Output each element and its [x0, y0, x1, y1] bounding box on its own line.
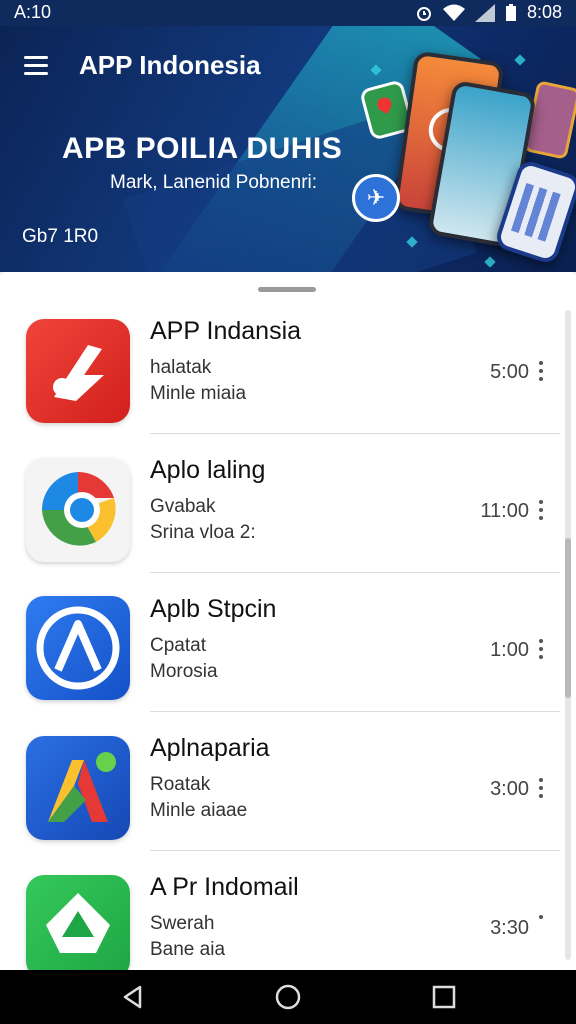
hamburger-menu-icon[interactable] [24, 56, 48, 76]
app-name: A Pr Indomail [150, 873, 299, 901]
list-item[interactable]: Aplb Stpcin Cpatat Morosia 1:00 [0, 573, 560, 712]
recents-icon[interactable] [429, 982, 459, 1012]
list-item[interactable]: Aplnaparia Roatak Minle aiaae 3:00 [0, 712, 560, 851]
app-time: 1:00 [490, 639, 529, 661]
app-time: 11:00 [480, 500, 529, 522]
app-name: Aplb Stpcin [150, 595, 277, 623]
header-banner: APP Indonesia APB POILIA DUHIS Mark, Lan… [0, 26, 576, 272]
signal-icon [474, 3, 495, 22]
app-time: 3:30 [490, 917, 529, 939]
app-description: Srina vloa 2: [150, 522, 256, 543]
more-options-icon[interactable] [537, 778, 545, 802]
back-icon[interactable] [118, 982, 148, 1012]
more-options-icon[interactable] [537, 361, 545, 385]
app-subtitle: halatak [150, 357, 212, 378]
app-description: Bane aia [150, 939, 226, 960]
app-subtitle: Gvabak [150, 496, 216, 517]
sparkle-icon [484, 256, 496, 268]
sparkle-icon [514, 54, 526, 66]
battery-icon [505, 3, 516, 21]
colorful-a-app-icon [26, 736, 130, 840]
system-nav-bar [0, 970, 576, 1024]
wifi-icon [442, 4, 465, 21]
app-subtitle: Cpatat [150, 635, 206, 656]
app-time: 5:00 [490, 361, 529, 383]
green-triangle-app-icon [26, 875, 130, 970]
app-title: APP Indonesia [79, 50, 261, 80]
app-subtitle: Roatak [150, 774, 211, 795]
status-time-left: A:10 [14, 2, 52, 22]
scrollbar[interactable] [565, 310, 571, 960]
more-options-icon[interactable] [537, 915, 545, 939]
app-description: Minle miaia [150, 383, 247, 404]
status-time-right: 8:08 [526, 2, 562, 22]
app-list-sheet[interactable]: APP Indansia halatak Minle miaia 5:00 Ap… [0, 272, 576, 970]
list-item[interactable]: Aplo laling Gvabak Srina vloa 2: 11:00 [0, 434, 560, 573]
app-subtitle: Swerah [150, 913, 215, 934]
app-description: Minle aiaae [150, 800, 248, 821]
red-play-app-icon [26, 319, 130, 423]
list-item[interactable]: APP Indansia halatak Minle miaia 5:00 [0, 295, 560, 434]
more-options-icon[interactable] [537, 500, 545, 524]
banner-subhead: Mark, Lanenid Pobnenri: [110, 172, 318, 193]
home-icon[interactable] [273, 982, 303, 1012]
alarm-icon [416, 6, 431, 21]
blue-a-app-icon [26, 596, 130, 700]
banner-headline: APB POILIA DUHIS [62, 132, 343, 165]
banner-meta: Gb7 1R0 [22, 226, 99, 247]
chrome-style-app-icon [26, 458, 130, 562]
app-description: Morosia [150, 661, 218, 682]
app-time: 3:00 [490, 778, 529, 800]
list-item[interactable]: A Pr Indomail Swerah Bane aia 3:30 [0, 851, 560, 970]
app-name: APP Indansia [150, 317, 302, 345]
status-icons: 8:08 [415, 2, 562, 23]
app-name: Aplnaparia [150, 734, 270, 762]
app-name: Aplo laling [150, 456, 266, 484]
plane-icon: ✈ [352, 174, 400, 222]
app-list: APP Indansia halatak Minle miaia 5:00 Ap… [0, 272, 560, 970]
more-options-icon[interactable] [537, 639, 545, 663]
status-bar: A:10 8:08 [0, 0, 576, 26]
